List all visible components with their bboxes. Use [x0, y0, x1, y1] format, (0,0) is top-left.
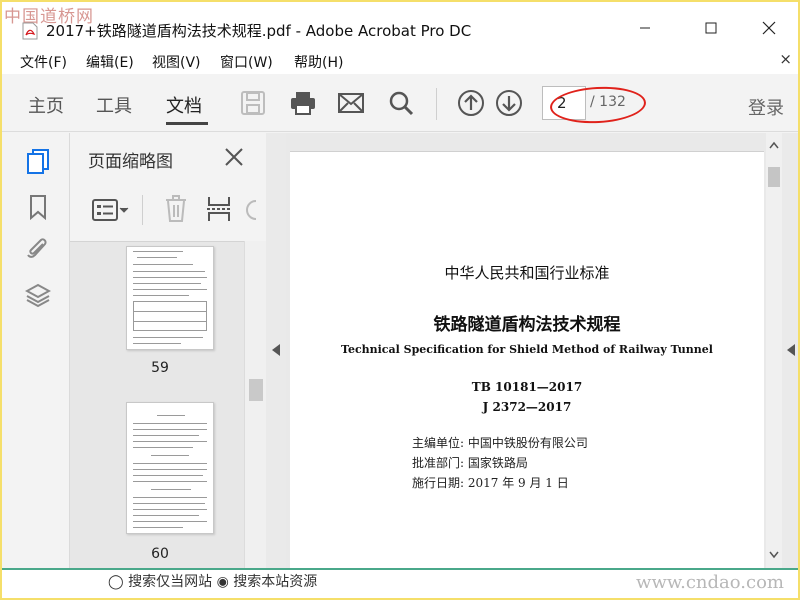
doc-english-title: Technical Specification for Shield Metho…: [341, 343, 713, 356]
close-window-button[interactable]: [746, 10, 792, 46]
rotate-page-icon[interactable]: [246, 197, 258, 223]
close-icon: [762, 21, 776, 35]
window-title: 2017+铁路隧道盾构法技术规程.pdf - Adobe Acrobat Pro…: [46, 22, 472, 40]
doc-meta-label: 主编单位:: [412, 436, 465, 450]
close-icon: [225, 148, 243, 166]
panel-title: 页面缩略图: [88, 152, 173, 172]
panel-tools-divider: [142, 195, 143, 225]
thumbnails-scrollbar[interactable]: [244, 241, 266, 573]
bookmark-icon[interactable]: [24, 193, 52, 221]
acrobat-pdf-icon: [22, 22, 38, 40]
email-icon[interactable]: [336, 88, 366, 118]
thumbnail-page[interactable]: [126, 402, 214, 534]
maximize-icon: [705, 22, 717, 34]
extract-page-icon[interactable]: [206, 195, 232, 223]
doc-meta-row: 主编单位: 中国中铁股份有限公司: [412, 434, 588, 451]
main-toolbar: 主页 工具 文档 2 / 132 登录: [2, 74, 798, 132]
thumbnail-page-label: 60: [151, 546, 169, 562]
next-page-icon[interactable]: [494, 88, 524, 118]
doc-meta-label: 批准部门:: [412, 456, 465, 470]
layers-icon[interactable]: [24, 281, 52, 309]
login-button[interactable]: 登录: [748, 94, 784, 120]
acrobat-window: 中国道桥网 2017+铁路隧道盾构法技术规程.pdf - Adobe Acrob…: [2, 2, 798, 598]
doc-meta-row: 批准部门: 国家铁路局: [412, 454, 528, 471]
doc-code-tb: TB 10181—2017: [471, 380, 583, 394]
bottom-strip: ◯ 搜索仅当网站 ◉ 搜索本站资源 www.cndao.com: [2, 568, 798, 598]
search-icon[interactable]: [386, 88, 416, 118]
navigation-rail: [2, 133, 70, 573]
delete-page-icon[interactable]: [164, 195, 188, 223]
doc-meta-value: 2017 年 9 月 1 日: [467, 476, 569, 490]
menu-view[interactable]: 视图(V): [152, 52, 201, 72]
tab-tools[interactable]: 工具: [96, 92, 132, 118]
page-thumbnails-icon[interactable]: [24, 147, 52, 175]
panel-close-button[interactable]: [220, 143, 248, 171]
thumbnail-page[interactable]: [126, 246, 214, 350]
prev-page-icon[interactable]: [456, 88, 486, 118]
doc-meta-label: 施行日期:: [412, 476, 465, 490]
thumbnails-list: 59 60: [70, 241, 250, 573]
document-scrollbar[interactable]: [766, 133, 782, 573]
menu-file[interactable]: 文件(F): [20, 52, 67, 72]
right-panel-handle[interactable]: [782, 133, 798, 573]
toolbar-divider: [436, 88, 437, 120]
doc-meta-row: 施行日期: 2017 年 9 月 1 日: [412, 474, 569, 491]
menu-window[interactable]: 窗口(W): [220, 52, 273, 72]
menu-bar: 文件(F) 编辑(E) 视图(V) 窗口(W) 帮助(H) ×: [2, 46, 798, 74]
doc-meta-value: 国家铁路局: [467, 456, 528, 470]
scrollbar-thumb[interactable]: [249, 379, 263, 401]
doc-meta-value: 中国中铁股份有限公司: [467, 436, 588, 450]
thumbnail-page-label: 59: [151, 360, 169, 376]
doc-code-j: J 2372—2017: [482, 400, 572, 414]
title-bar: 中国道桥网 2017+铁路隧道盾构法技术规程.pdf - Adobe Acrob…: [2, 2, 798, 46]
close-document-button[interactable]: ×: [779, 50, 792, 68]
scrollbar-thumb[interactable]: [768, 167, 780, 187]
save-icon[interactable]: [238, 88, 268, 118]
panel-collapse-handle[interactable]: [266, 133, 286, 573]
minimize-icon: [640, 27, 650, 29]
collapse-left-icon: [272, 344, 280, 356]
doc-standard-title: 中华人民共和国行业标准: [444, 264, 610, 282]
active-tab-indicator: [166, 122, 208, 125]
bottom-partial-text: ◯ 搜索仅当网站 ◉ 搜索本站资源: [108, 574, 318, 590]
attachment-icon[interactable]: [24, 235, 52, 263]
scroll-down-icon[interactable]: [769, 551, 779, 559]
doc-main-title: 铁路隧道盾构法技术规程: [433, 315, 621, 335]
options-menu-icon[interactable]: [92, 199, 130, 221]
panel-toolbar: [70, 183, 266, 237]
print-icon[interactable]: [288, 88, 318, 118]
menu-edit[interactable]: 编辑(E): [86, 52, 134, 72]
watermark-bottom: www.cndao.com: [636, 572, 784, 593]
document-view[interactable]: 中华人民共和国行业标准 铁路隧道盾构法技术规程 Technical Specif…: [286, 133, 766, 573]
document-page: 中华人民共和国行业标准 铁路隧道盾构法技术规程 Technical Specif…: [290, 151, 764, 573]
menu-help[interactable]: 帮助(H): [294, 52, 343, 72]
scroll-up-icon[interactable]: [769, 141, 779, 149]
minimize-button[interactable]: [622, 10, 668, 46]
thumbnails-panel: 页面缩略图 59 60: [70, 133, 266, 573]
tab-document[interactable]: 文档: [166, 92, 202, 118]
tab-home[interactable]: 主页: [28, 92, 64, 118]
maximize-button[interactable]: [688, 10, 734, 46]
expand-right-panel-icon: [787, 344, 795, 356]
